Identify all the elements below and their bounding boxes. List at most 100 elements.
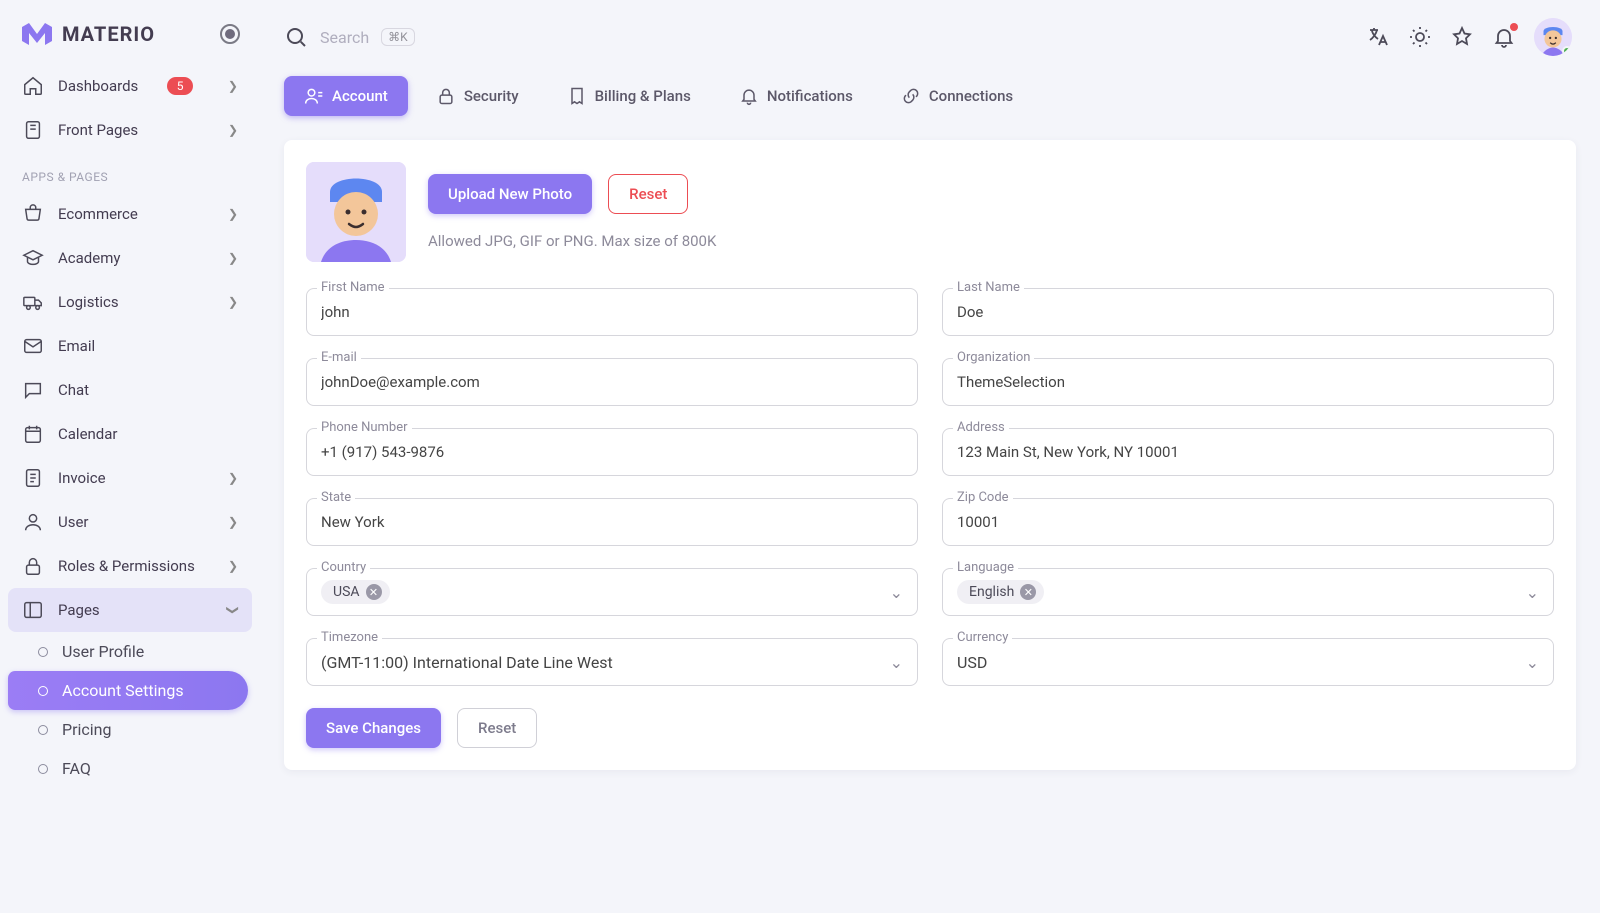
- sidebar-item-user[interactable]: User ❯: [8, 500, 252, 544]
- sidebar: MATERIO Dashboards 5 ❯ Front Pages ❯ APP…: [0, 0, 260, 913]
- chip-remove-icon[interactable]: ✕: [366, 584, 382, 600]
- bullet-icon: [38, 686, 48, 696]
- upload-photo-button[interactable]: Upload New Photo: [428, 174, 592, 214]
- chevron-down-icon: ⌄: [1526, 653, 1539, 672]
- state-field[interactable]: State: [306, 498, 918, 546]
- truck-icon: [22, 291, 44, 313]
- save-changes-button[interactable]: Save Changes: [306, 708, 441, 748]
- brand-row: MATERIO: [8, 14, 252, 64]
- organization-input[interactable]: [957, 373, 1539, 391]
- phone-input[interactable]: [321, 443, 903, 461]
- chevron-right-icon: ❯: [228, 515, 238, 529]
- tab-billing[interactable]: Billing & Plans: [547, 76, 711, 116]
- chip-remove-icon[interactable]: ✕: [1020, 584, 1036, 600]
- user-icon: [22, 511, 44, 533]
- sidebar-item-logistics[interactable]: Logistics ❯: [8, 280, 252, 324]
- sidebar-item-pages[interactable]: Pages ❯: [8, 588, 252, 632]
- account-form: First Name Last Name E-mail Organization…: [306, 288, 1554, 686]
- language-chip[interactable]: English✕: [957, 580, 1044, 604]
- currency-select[interactable]: Currency USD ⌄: [942, 638, 1554, 686]
- search-placeholder: Search: [320, 28, 369, 47]
- first-name-field[interactable]: First Name: [306, 288, 918, 336]
- star-icon[interactable]: [1450, 25, 1474, 49]
- account-settings-card: Upload New Photo Reset Allowed JPG, GIF …: [284, 140, 1576, 770]
- reset-form-button[interactable]: Reset: [457, 708, 537, 748]
- sidebar-item-academy[interactable]: Academy ❯: [8, 236, 252, 280]
- email-field[interactable]: E-mail: [306, 358, 918, 406]
- cart-icon: [22, 203, 44, 225]
- logo-icon: [22, 23, 52, 45]
- layout-icon: [22, 599, 44, 621]
- email-input[interactable]: [321, 373, 903, 391]
- file-icon: [22, 119, 44, 141]
- zip-field[interactable]: Zip Code: [942, 498, 1554, 546]
- brand-name: MATERIO: [62, 22, 155, 46]
- bullet-icon: [38, 647, 48, 657]
- sidebar-item-invoice[interactable]: Invoice ❯: [8, 456, 252, 500]
- bullet-icon: [38, 764, 48, 774]
- sidebar-item-roles[interactable]: Roles & Permissions ❯: [8, 544, 252, 588]
- chat-icon: [22, 379, 44, 401]
- last-name-field[interactable]: Last Name: [942, 288, 1554, 336]
- chevron-right-icon: ❯: [228, 79, 238, 93]
- sidebar-item-calendar[interactable]: Calendar: [8, 412, 252, 456]
- phone-field[interactable]: Phone Number: [306, 428, 918, 476]
- chevron-right-icon: ❯: [228, 123, 238, 137]
- subnav-account-settings[interactable]: Account Settings: [8, 671, 248, 710]
- tab-security[interactable]: Security: [416, 76, 539, 116]
- sidebar-item-dashboards[interactable]: Dashboards 5 ❯: [8, 64, 252, 108]
- status-dot-online: [1562, 46, 1572, 56]
- tab-notifications[interactable]: Notifications: [719, 76, 873, 116]
- sidebar-item-chat[interactable]: Chat: [8, 368, 252, 412]
- notification-dot: [1510, 23, 1518, 31]
- section-apps-pages: APPS & PAGES: [8, 152, 252, 192]
- bell-icon[interactable]: [1492, 25, 1516, 49]
- search[interactable]: Search ⌘K: [284, 25, 1366, 49]
- chevron-down-icon: ⌄: [890, 583, 903, 602]
- address-field[interactable]: Address: [942, 428, 1554, 476]
- tab-account[interactable]: Account: [284, 76, 408, 116]
- invoice-icon: [22, 467, 44, 489]
- main-content: Search ⌘K Account Securi: [260, 0, 1600, 913]
- lock-icon: [22, 555, 44, 577]
- badge-count: 5: [167, 77, 194, 95]
- search-icon: [284, 25, 308, 49]
- language-icon[interactable]: [1366, 25, 1390, 49]
- theme-icon[interactable]: [1408, 25, 1432, 49]
- topbar: Search ⌘K: [284, 16, 1576, 58]
- bullet-icon: [38, 725, 48, 735]
- language-select[interactable]: Language English✕ ⌄: [942, 568, 1554, 616]
- sidebar-item-front-pages[interactable]: Front Pages ❯: [8, 108, 252, 152]
- user-avatar[interactable]: [1534, 18, 1572, 56]
- zip-input[interactable]: [957, 513, 1539, 531]
- sidebar-toggle-icon[interactable]: [220, 24, 240, 44]
- subnav-pricing[interactable]: Pricing: [8, 710, 248, 749]
- upload-hint: Allowed JPG, GIF or PNG. Max size of 800…: [428, 232, 716, 250]
- subnav-faq[interactable]: FAQ: [8, 749, 248, 788]
- subnav-user-profile[interactable]: User Profile: [8, 632, 248, 671]
- state-input[interactable]: [321, 513, 903, 531]
- chevron-right-icon: ❯: [228, 295, 238, 309]
- chevron-down-icon: ⌄: [1526, 583, 1539, 602]
- chevron-down-icon: ⌄: [890, 653, 903, 672]
- home-icon: [22, 75, 44, 97]
- country-select[interactable]: Country USA✕ ⌄: [306, 568, 918, 616]
- sidebar-item-ecommerce[interactable]: Ecommerce ❯: [8, 192, 252, 236]
- timezone-select[interactable]: Timezone (GMT-11:00) International Date …: [306, 638, 918, 686]
- settings-tabs: Account Security Billing & Plans Notific…: [284, 76, 1576, 116]
- organization-field[interactable]: Organization: [942, 358, 1554, 406]
- calendar-icon: [22, 423, 44, 445]
- form-actions: Save Changes Reset: [306, 708, 1554, 748]
- chevron-right-icon: ❯: [228, 251, 238, 265]
- reset-photo-button[interactable]: Reset: [608, 174, 688, 214]
- sidebar-item-email[interactable]: Email: [8, 324, 252, 368]
- last-name-input[interactable]: [957, 303, 1539, 321]
- chevron-down-icon: ❯: [226, 605, 240, 615]
- country-chip[interactable]: USA✕: [321, 580, 390, 604]
- chevron-right-icon: ❯: [228, 471, 238, 485]
- profile-photo: [306, 162, 406, 262]
- chevron-right-icon: ❯: [228, 207, 238, 221]
- first-name-input[interactable]: [321, 303, 903, 321]
- tab-connections[interactable]: Connections: [881, 76, 1033, 116]
- address-input[interactable]: [957, 443, 1539, 461]
